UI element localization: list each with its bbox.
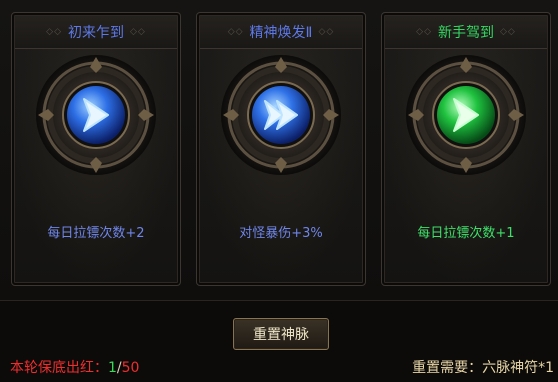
- talent-card-1[interactable]: ◇◇ 初来乍到 ◇◇ 每日拉镖次数+2: [11, 12, 181, 286]
- card-effect: 对怪暴伤+3%: [239, 226, 323, 241]
- talent-card-3[interactable]: ◇◇ 新手驾到 ◇◇ 每日拉镖次数+1: [381, 12, 551, 286]
- chevron-arrow-icon: [36, 55, 156, 175]
- card-title: 精神焕发Ⅱ: [249, 25, 313, 41]
- guarantee-max: 50: [121, 360, 140, 376]
- card-header: ◇◇ 新手驾到 ◇◇: [385, 16, 547, 49]
- card-title: 初来乍到: [68, 25, 124, 41]
- ornament-icon: ◇◇: [416, 27, 432, 37]
- ornament-icon: ◇◇: [130, 27, 146, 37]
- card-effect: 每日拉镖次数+2: [47, 226, 145, 241]
- guarantee-label: 本轮保底出红：: [10, 360, 108, 376]
- ornament-icon: ◇◇: [500, 27, 516, 37]
- chevron-arrow-icon: [406, 55, 526, 175]
- reset-cost: 重置需要：六脉神符*1: [412, 360, 554, 376]
- ornament-icon: ◇◇: [227, 27, 244, 37]
- reset-meridian-button[interactable]: 重置神脉: [233, 318, 329, 350]
- card-effect: 每日拉镖次数+1: [417, 226, 515, 241]
- fast-forward-arrow-icon: [221, 55, 341, 175]
- guarantee-counter: 本轮保底出红：1/50: [10, 357, 139, 377]
- talent-panel: ◇◇ 初来乍到 ◇◇ 每日拉镖次数+2 ◇◇ 精神焕发Ⅱ ◇◇ 对怪暴伤+3% …: [0, 0, 558, 301]
- ornament-icon: ◇◇: [46, 27, 62, 37]
- talent-card-2[interactable]: ◇◇ 精神焕发Ⅱ ◇◇ 对怪暴伤+3%: [196, 12, 366, 286]
- ornament-icon: ◇◇: [318, 27, 335, 37]
- guarantee-current: 1: [108, 360, 117, 376]
- card-header: ◇◇ 初来乍到 ◇◇: [15, 16, 177, 49]
- card-header: ◇◇ 精神焕发Ⅱ ◇◇: [200, 16, 362, 49]
- card-title: 新手驾到: [438, 25, 494, 41]
